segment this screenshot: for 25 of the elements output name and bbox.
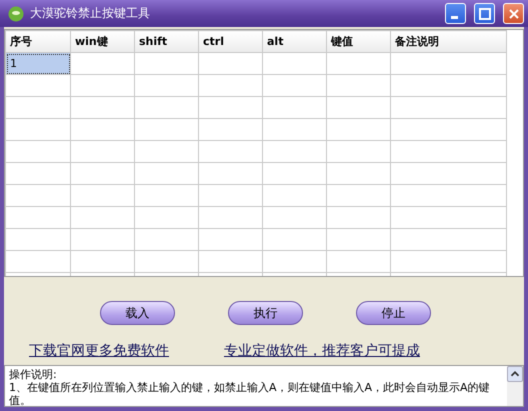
column-header[interactable]: alt — [262, 30, 326, 52]
instructions-box[interactable]: 操作说明: 1、在键值所在列位置输入禁止输入的键，如禁止输入A，则在键值中输入A，此时会自动显示A的键值。 — [4, 365, 524, 407]
instruction-text: 1、在键值所在列位置输入禁止输入的键，如禁止输入A，则在键值中输入A，此时会自动显示A的键值。 — [9, 381, 491, 406]
link[interactable]: 下载官网更多免费软件 — [29, 342, 169, 360]
action-button[interactable]: 停止 — [356, 301, 431, 325]
column-header[interactable]: 备注说明 — [390, 30, 506, 52]
instruction-text: 操作说明: — [9, 368, 58, 381]
app-icon — [8, 6, 24, 22]
window-title: 大漠驼铃禁止按键工具 — [30, 5, 151, 22]
scroll-up-button[interactable] — [507, 366, 523, 382]
column-header[interactable]: ctrl — [198, 30, 262, 52]
action-button[interactable]: 执行 — [228, 301, 303, 325]
table-cell[interactable]: 1 — [6, 52, 70, 74]
column-header[interactable]: 序号 — [6, 30, 70, 52]
close-button[interactable] — [503, 3, 524, 24]
link[interactable]: 专业定做软件，推荐客户可提成 — [224, 342, 420, 360]
column-header[interactable]: win键 — [70, 30, 134, 52]
maximize-button[interactable] — [474, 3, 495, 24]
minimize-button[interactable] — [445, 3, 466, 24]
action-button[interactable]: 载入 — [100, 301, 175, 325]
minimize-icon — [450, 16, 458, 18]
column-header[interactable]: 键值 — [326, 30, 390, 52]
maximize-icon — [478, 8, 490, 20]
close-icon — [508, 8, 520, 20]
column-header[interactable]: shift — [134, 30, 198, 52]
